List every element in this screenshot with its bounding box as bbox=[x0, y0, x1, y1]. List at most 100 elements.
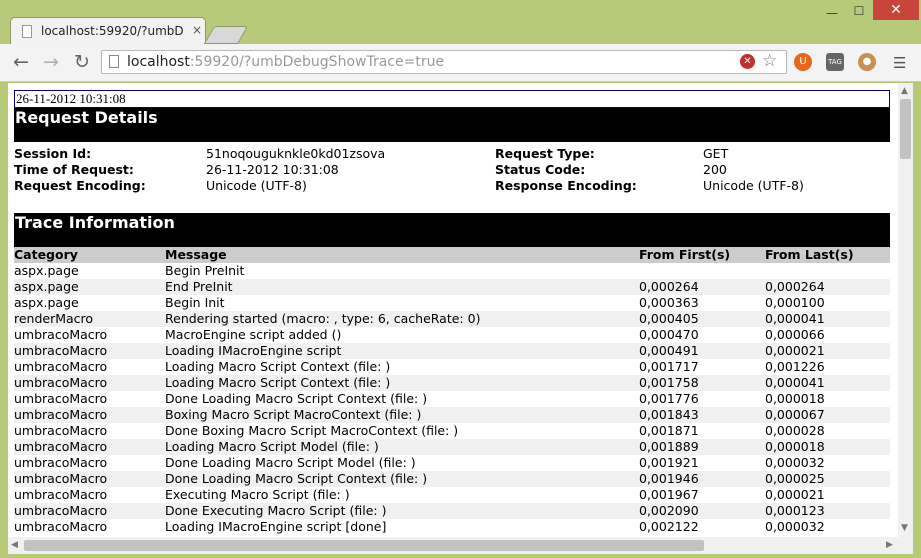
table-row: umbracoMacro Loading Macro Script Context… bbox=[14, 359, 890, 375]
browser-tab[interactable]: localhost:59920/?umbDebugShowTrace=true … bbox=[10, 17, 206, 44]
stop-icon[interactable]: ✕ bbox=[740, 54, 755, 69]
tab-close-icon[interactable]: × bbox=[192, 23, 202, 37]
page-viewport: 26-11-2012 10:31:08 Request Details Sess… bbox=[8, 83, 913, 554]
row-from-last: 0,000066 bbox=[765, 327, 825, 342]
row-from-last: 0,000021 bbox=[765, 487, 825, 502]
table-row: umbracoMacro Done Loading Macro Script Co… bbox=[14, 391, 890, 407]
row-from-last: 0,000100 bbox=[765, 295, 825, 310]
timestamp-box: 26-11-2012 10:31:08 bbox=[14, 90, 890, 108]
row-from-last: 0,000032 bbox=[765, 455, 825, 470]
extension-tag-icon[interactable]: TAG bbox=[826, 53, 844, 71]
row-message: Boxing Macro Script MacroContext (file: … bbox=[165, 407, 639, 423]
request-type-label: Request Type: bbox=[495, 146, 595, 161]
trace-table: Category Message From First(s) From Last… bbox=[14, 247, 890, 535]
row-from-first: 0,000363 bbox=[639, 295, 699, 310]
table-row: umbracoMacro Loading IMacroEngine script 0… bbox=[14, 343, 890, 359]
row-message: Loading IMacroEngine script bbox=[165, 343, 639, 359]
browser-toolbar: ← → ↻ localhost:59920/?umbDebugShowTrace… bbox=[0, 44, 921, 82]
row-from-last: 0,001226 bbox=[765, 359, 825, 374]
row-message: End PreInit bbox=[165, 279, 639, 295]
table-row: umbracoMacro Executing Macro Script (file… bbox=[14, 487, 890, 503]
column-header-from-first: From First(s) bbox=[639, 247, 765, 263]
row-category: umbracoMacro bbox=[14, 375, 165, 391]
page-icon bbox=[109, 55, 119, 68]
row-category: aspx.page bbox=[14, 263, 79, 278]
back-arrow-icon[interactable]: ← bbox=[13, 51, 29, 73]
row-category: umbracoMacro bbox=[14, 487, 108, 502]
request-details-heading: Request Details bbox=[14, 108, 890, 142]
vertical-scrollbar[interactable]: ▲ ▼ bbox=[898, 83, 913, 537]
row-message: Done Boxing Macro Script MacroContext (f… bbox=[165, 423, 459, 438]
request-encoding-label: Request Encoding: bbox=[14, 178, 146, 193]
vertical-scroll-thumb[interactable] bbox=[900, 99, 911, 159]
row-from-last: 0,000041 bbox=[765, 375, 890, 391]
new-tab-button[interactable] bbox=[203, 26, 249, 44]
session-id-value: 51noqouguknkle0kd01zsova bbox=[206, 146, 386, 161]
row-from-last: 0,000028 bbox=[765, 423, 825, 438]
row-from-last: 0,000032 bbox=[765, 519, 825, 534]
row-category: umbracoMacro bbox=[14, 471, 165, 487]
table-row: umbracoMacro Done Loading Macro Script Mo… bbox=[14, 455, 890, 471]
row-message: Begin PreInit bbox=[165, 263, 245, 278]
row-from-first: 0,001758 bbox=[639, 375, 765, 391]
row-category: umbracoMacro bbox=[14, 455, 108, 470]
row-from-first: 0,000470 bbox=[639, 327, 699, 342]
status-code-value: 200 bbox=[703, 162, 727, 177]
maximize-button[interactable]: ☐ bbox=[846, 4, 872, 24]
scroll-down-arrow-icon[interactable]: ▼ bbox=[901, 523, 908, 533]
row-from-first: 0,000264 bbox=[639, 279, 765, 295]
page-favicon-icon bbox=[22, 25, 32, 38]
url-text[interactable]: localhost:59920/?umbDebugShowTrace=true bbox=[127, 54, 444, 70]
minimize-button[interactable]: — bbox=[818, 6, 846, 26]
row-message: Done Loading Macro Script Model (file: ) bbox=[165, 455, 416, 470]
request-type-value: GET bbox=[703, 146, 729, 161]
row-from-first: 0,001871 bbox=[639, 423, 699, 438]
row-from-first: 0,001717 bbox=[639, 359, 699, 374]
window-close-button[interactable]: ✕ bbox=[873, 0, 919, 20]
horizontal-scroll-thumb[interactable] bbox=[24, 540, 704, 551]
table-row: renderMacro Rendering started (macro: , t… bbox=[14, 311, 890, 327]
row-from-last: 0,000041 bbox=[765, 311, 890, 327]
row-message: Done Loading Macro Script Context (file:… bbox=[165, 391, 428, 406]
menu-icon[interactable]: ☰ bbox=[893, 54, 906, 72]
horizontal-scrollbar[interactable]: ◀ ▶ bbox=[8, 537, 898, 554]
row-message: Loading Macro Script Model (file: ) bbox=[165, 439, 639, 455]
trace-header-row: Category Message From First(s) From Last… bbox=[14, 247, 890, 263]
row-from-first: 0,001776 bbox=[639, 391, 699, 406]
row-message: Done Loading Macro Script Context (file:… bbox=[165, 471, 639, 487]
star-icon[interactable]: ☆ bbox=[762, 51, 777, 71]
time-of-request-value: 26-11-2012 10:31:08 bbox=[206, 162, 339, 177]
row-from-last: 0,000018 bbox=[765, 439, 890, 455]
forward-arrow-icon[interactable]: → bbox=[43, 51, 59, 73]
reload-icon[interactable]: ↻ bbox=[74, 51, 90, 73]
scroll-up-arrow-icon[interactable]: ▲ bbox=[901, 86, 908, 96]
table-row: umbracoMacro Done Boxing Macro Script Mac… bbox=[14, 423, 890, 439]
row-category: umbracoMacro bbox=[14, 519, 108, 534]
scroll-left-arrow-icon[interactable]: ◀ bbox=[11, 540, 18, 550]
response-encoding-value: Unicode (UTF-8) bbox=[703, 178, 804, 193]
column-header-message: Message bbox=[165, 247, 639, 263]
extension-cookie-icon[interactable]: ● bbox=[858, 53, 876, 71]
time-of-request-label: Time of Request: bbox=[14, 162, 134, 177]
row-from-first: 0,001889 bbox=[639, 439, 765, 455]
row-category: aspx.page bbox=[14, 279, 165, 295]
table-row: aspx.page Begin Init 0,000363 0,000100 bbox=[14, 295, 890, 311]
extension-u-icon[interactable]: U bbox=[794, 53, 812, 71]
row-message: Loading Macro Script Context (file: ) bbox=[165, 375, 639, 391]
row-from-last bbox=[765, 263, 890, 279]
row-from-last: 0,000264 bbox=[765, 279, 890, 295]
scroll-right-arrow-icon[interactable]: ▶ bbox=[886, 540, 893, 550]
row-from-first: 0,000491 bbox=[639, 343, 765, 359]
column-header-category: Category bbox=[14, 247, 165, 263]
table-row: umbracoMacro Loading Macro Script Model (… bbox=[14, 439, 890, 455]
row-category: umbracoMacro bbox=[14, 439, 165, 455]
table-row: umbracoMacro Done Executing Macro Script … bbox=[14, 503, 890, 519]
row-category: umbracoMacro bbox=[14, 343, 165, 359]
url-path: :59920/?umbDebugShowTrace=true bbox=[189, 54, 445, 70]
row-message: Loading Macro Script Context (file: ) bbox=[165, 359, 391, 374]
row-category: umbracoMacro bbox=[14, 327, 108, 342]
trace-page: 26-11-2012 10:31:08 Request Details Sess… bbox=[14, 90, 890, 535]
scrollbar-corner bbox=[898, 537, 913, 554]
row-category: umbracoMacro bbox=[14, 503, 165, 519]
address-bar[interactable]: localhost:59920/?umbDebugShowTrace=true … bbox=[101, 50, 787, 74]
